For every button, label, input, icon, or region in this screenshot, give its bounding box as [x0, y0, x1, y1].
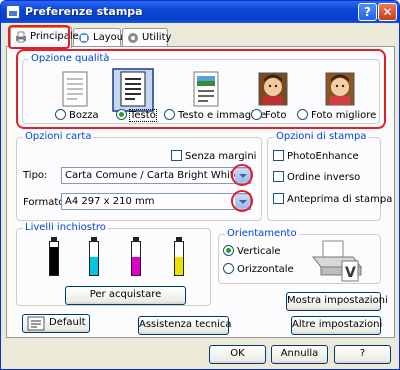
tab-utility[interactable]: Utility: [122, 28, 172, 47]
photo-icon[interactable]: [251, 68, 295, 114]
ink-fill: [90, 256, 98, 275]
ink-fill: [132, 256, 140, 275]
printer-app-icon: [6, 5, 20, 19]
checkbox-icon: [171, 150, 182, 161]
quality-title: Opzione qualità: [29, 53, 112, 64]
show-settings-button[interactable]: Mostra impostazioni: [286, 292, 388, 311]
paper-type-label: Tipo:: [23, 170, 48, 181]
printer-orientation-icon: V: [311, 240, 363, 282]
reverse-order-checkbox[interactable]: Ordine inverso: [273, 171, 360, 183]
photoenhance-checkbox[interactable]: PhotoEnhance: [273, 150, 359, 162]
ink-black-level: [49, 241, 59, 276]
print-options-title: Opzioni di stampa: [274, 131, 369, 142]
radio-icon: [164, 109, 175, 120]
print-preferences-window: Preferenze stampa ? ✕ Principale Layout …: [0, 0, 400, 370]
radio-icon: [55, 109, 66, 120]
window-title: Preferenze stampa: [25, 5, 143, 18]
quality-option-bozza[interactable]: Bozza: [55, 109, 99, 121]
radio-icon: [223, 263, 234, 274]
help-title-button[interactable]: ?: [358, 3, 377, 21]
borderless-checkbox[interactable]: Senza margini: [171, 150, 256, 162]
draft-document-icon[interactable]: [53, 68, 97, 114]
ink-levels-title: Livelli inchiostro: [23, 222, 108, 233]
default-button[interactable]: Default: [22, 314, 90, 333]
ok-button[interactable]: OK: [209, 345, 266, 364]
ink-yellow-level: [174, 241, 184, 276]
radio-selected-icon: [223, 245, 234, 256]
title-bar: Preferenze stampa ? ✕: [1, 1, 399, 23]
default-settings-icon: [27, 316, 45, 331]
ink-magenta-level: [131, 241, 141, 276]
layout-icon: [79, 33, 89, 43]
tab-label: Utility: [142, 32, 172, 43]
quality-option-testo[interactable]: Testo: [116, 109, 157, 122]
checkbox-icon: [273, 193, 284, 204]
tech-support-button[interactable]: Assistenza tecnica: [138, 316, 232, 335]
orientation-landscape-radio[interactable]: Orizzontale: [223, 263, 294, 275]
tab-highlight: [8, 25, 70, 49]
quality-option-foto[interactable]: Foto: [251, 109, 287, 121]
quality-option-foto-migliore[interactable]: Foto migliore: [297, 109, 376, 121]
paper-type-select[interactable]: Carta Comune / Carta Bright White: [61, 167, 251, 184]
ink-cyan-level: [89, 241, 99, 276]
tab-layout[interactable]: Layout: [73, 28, 127, 47]
checkbox-icon: [273, 171, 284, 182]
orientation-title: Orientamento: [225, 228, 299, 239]
cancel-button[interactable]: Annulla: [271, 345, 328, 364]
orientation-portrait-radio[interactable]: Verticale: [223, 245, 281, 257]
help-button[interactable]: ?: [334, 345, 391, 364]
checkbox-icon: [273, 150, 284, 161]
other-settings-button[interactable]: Altre impostazioni: [291, 316, 382, 335]
paper-options-title: Opzioni carta: [23, 131, 94, 142]
text-image-document-icon[interactable]: [184, 68, 228, 114]
paper-format-select[interactable]: A4 297 x 210 mm: [61, 193, 251, 210]
text-document-icon[interactable]: [111, 68, 155, 114]
dropdown-highlight: [231, 190, 253, 212]
radio-icon: [297, 109, 308, 120]
print-preview-checkbox[interactable]: Anteprima di stampa: [273, 193, 392, 205]
radio-icon: [251, 109, 262, 120]
close-button[interactable]: ✕: [378, 3, 397, 21]
best-photo-icon[interactable]: [318, 68, 362, 114]
radio-selected-icon: [116, 109, 127, 120]
buy-ink-button[interactable]: Per acquistare: [65, 286, 186, 305]
ink-fill: [50, 246, 58, 275]
svg-text:V: V: [345, 265, 356, 281]
dropdown-highlight: [231, 164, 253, 186]
utility-icon: [128, 33, 138, 43]
ink-fill: [175, 256, 183, 275]
